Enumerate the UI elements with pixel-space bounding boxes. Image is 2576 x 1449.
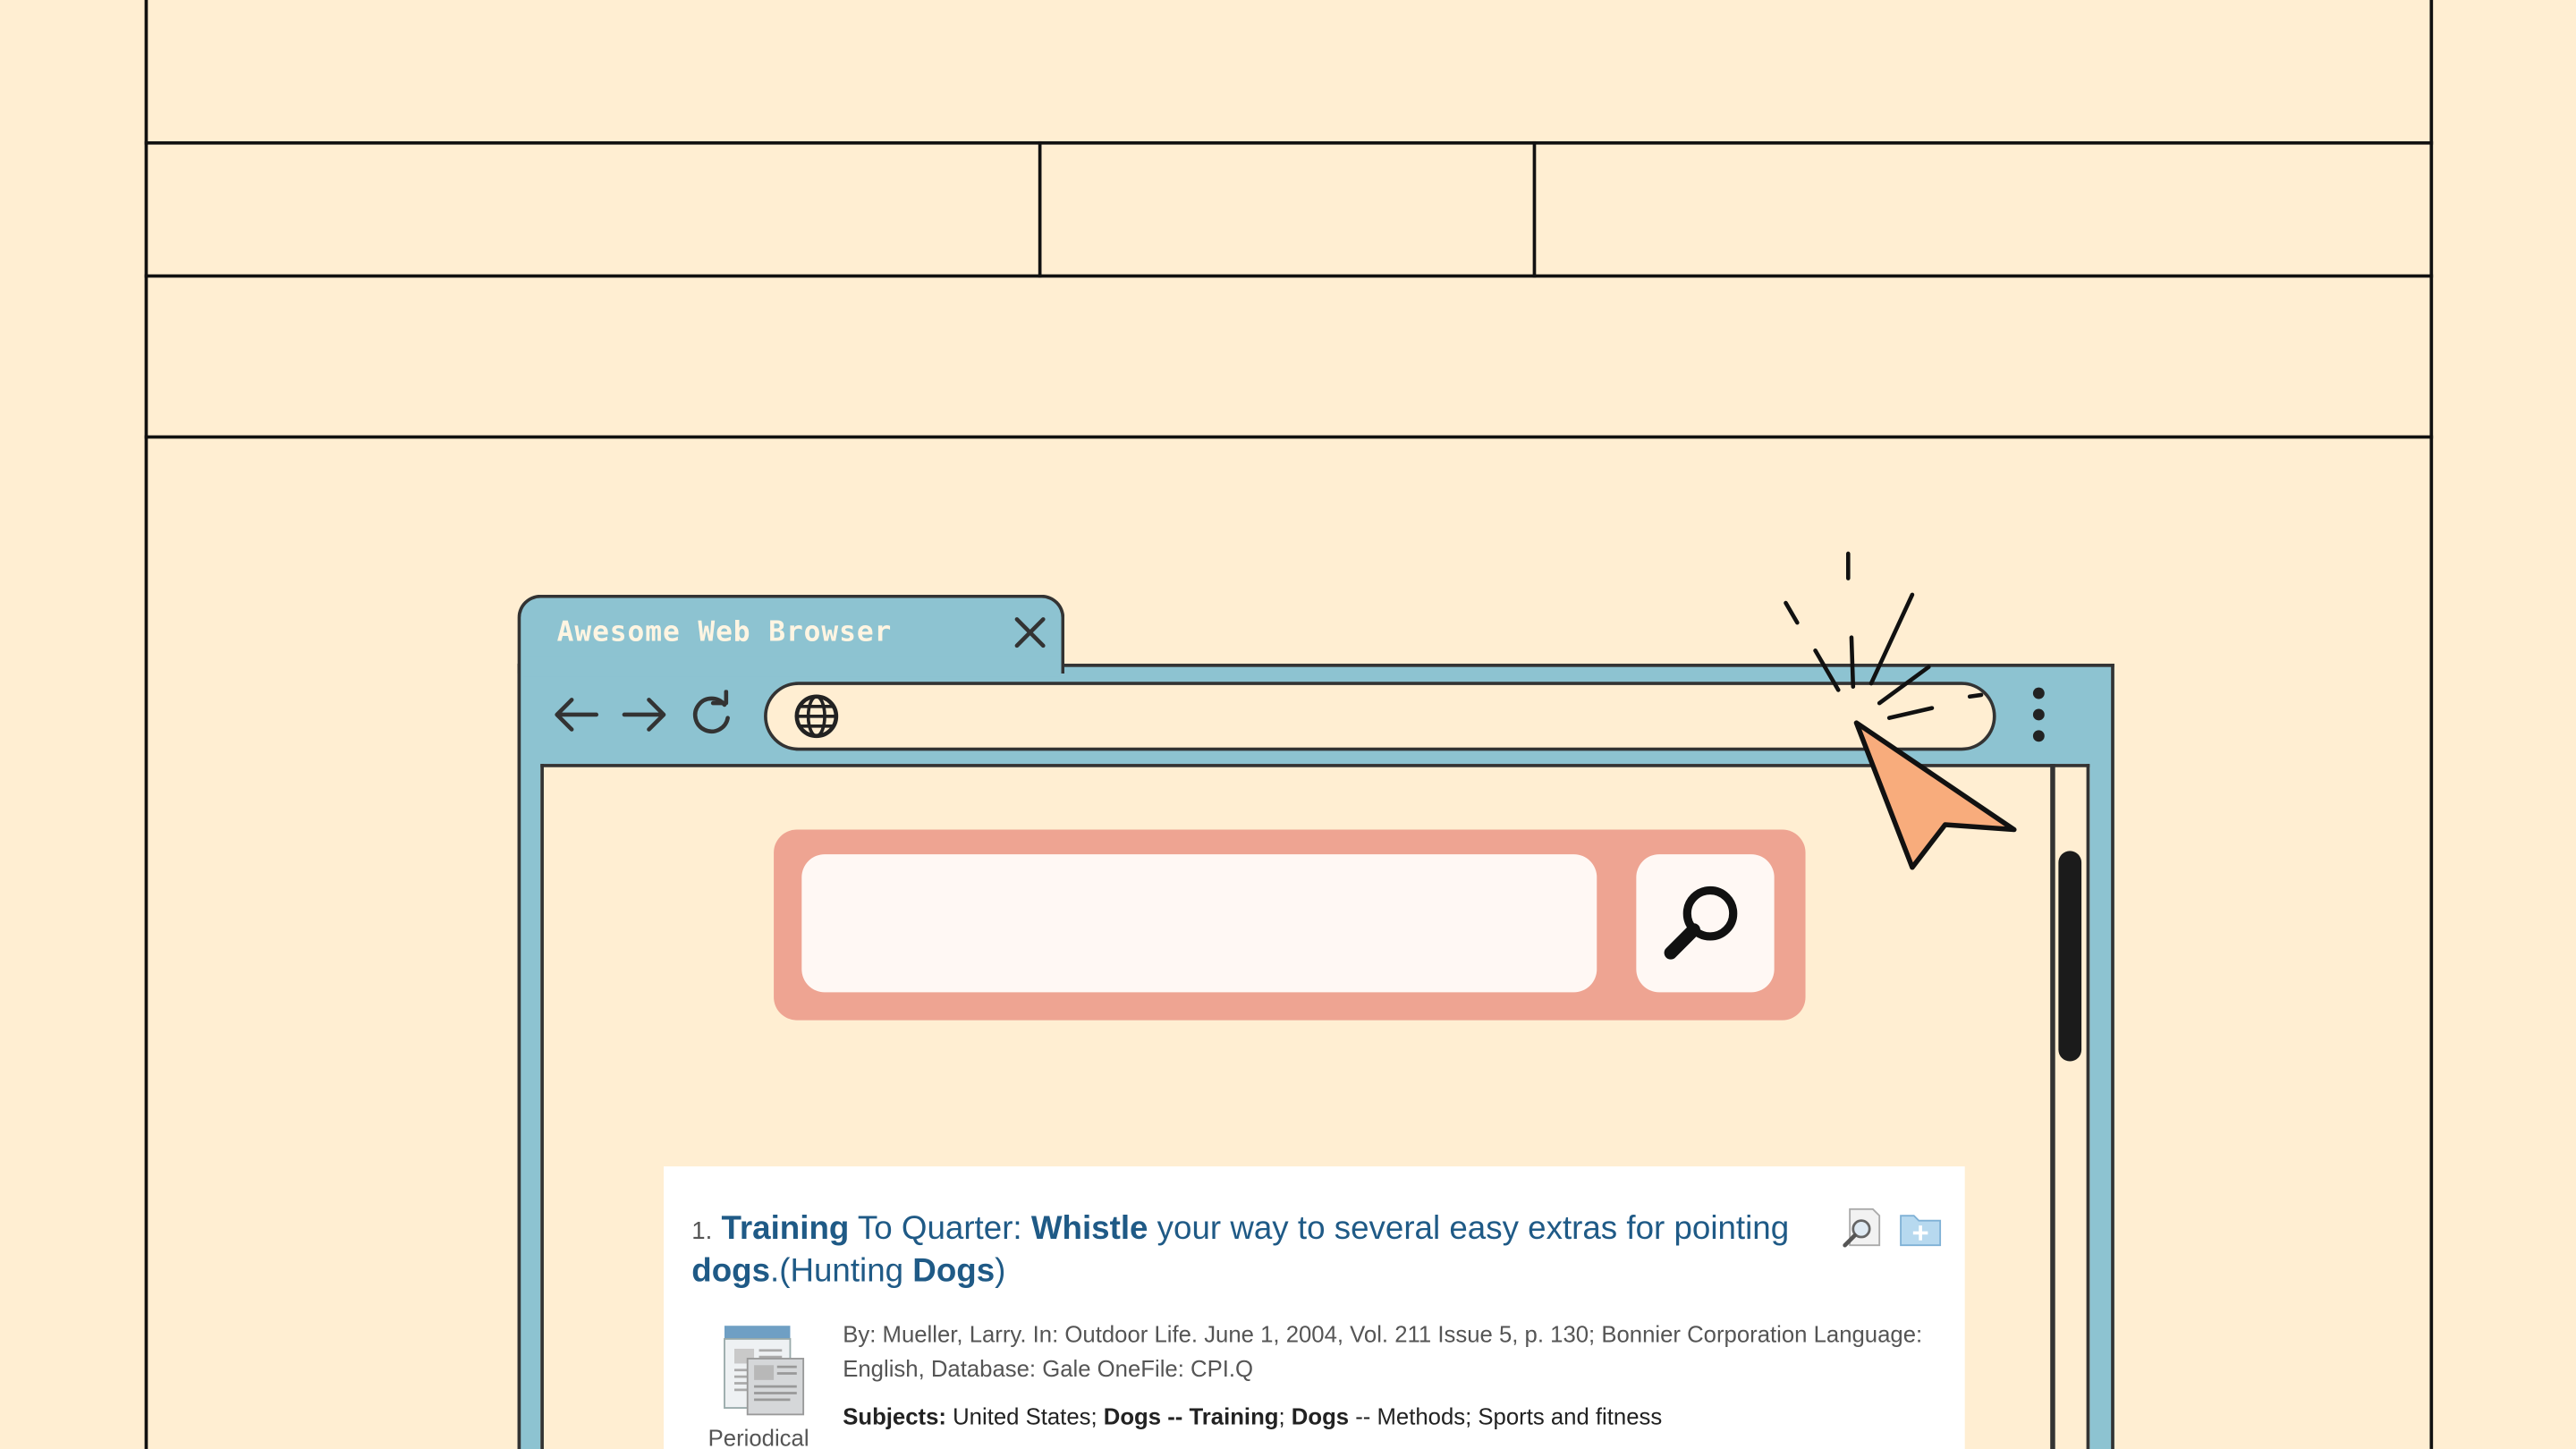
reload-icon[interactable] <box>685 690 738 739</box>
periodical-icon <box>724 1326 805 1416</box>
frame-line-left <box>144 0 148 1449</box>
mouse-cursor-icon <box>1784 551 2017 870</box>
rule-top <box>144 140 2434 145</box>
frame-line-right <box>2429 0 2434 1449</box>
magnifier-preview-icon[interactable] <box>1843 1208 1881 1248</box>
title-part: Whistle <box>1030 1210 1148 1248</box>
result-number: 1. <box>691 1216 713 1246</box>
tab-title: Awesome Web Browser <box>556 615 893 649</box>
scrollbar-thumb[interactable] <box>2058 851 2082 1062</box>
title-part: .(Hunting <box>770 1253 913 1290</box>
subject-part: United States; <box>945 1402 1104 1429</box>
search-input[interactable] <box>801 854 1597 993</box>
result-meta: By: Mueller, Larry. In: Outdoor Life. Ju… <box>843 1320 1923 1382</box>
arrow-left-icon[interactable] <box>550 690 603 739</box>
search-result: 1. Training To Quarter: Whistle your way… <box>664 1166 1965 1449</box>
result-type-label: Periodical <box>708 1424 809 1449</box>
result-title[interactable]: 1. Training To Quarter: Whistle your way… <box>691 1209 1825 1293</box>
divider-1 <box>1038 140 1042 278</box>
scrollbar-track <box>2050 764 2055 1449</box>
subject-part: Dogs <box>1291 1402 1350 1429</box>
click-burst <box>1784 551 1984 720</box>
result-action-icons <box>1843 1208 1942 1248</box>
subjects-label: Subjects: <box>843 1402 946 1429</box>
title-part: Training <box>721 1210 850 1248</box>
title-part: Dogs <box>912 1253 996 1290</box>
search-button[interactable] <box>1636 854 1775 993</box>
arrow-right-icon[interactable] <box>618 690 671 739</box>
divider-2 <box>1532 140 1537 278</box>
title-part: dogs <box>691 1253 771 1290</box>
magnifier-icon <box>1664 886 1738 960</box>
result-subjects: Subjects: United States; Dogs -- Trainin… <box>843 1403 1944 1429</box>
tab-join <box>522 657 1060 677</box>
globe-icon <box>794 694 839 739</box>
subject-part: ; <box>1278 1402 1292 1429</box>
rule-2 <box>144 274 2434 278</box>
subject-part: Dogs -- Training <box>1103 1402 1279 1429</box>
title-part: ) <box>995 1253 1006 1290</box>
add-to-folder-icon[interactable] <box>1900 1215 1942 1247</box>
title-part: To Quarter: <box>849 1210 1031 1248</box>
scene: Awesome Web Browser 1. Training To Quart… <box>0 0 2576 1449</box>
rule-3 <box>144 435 2434 439</box>
title-part: your way to several easy extras for poin… <box>1148 1210 1790 1248</box>
close-icon[interactable] <box>1011 613 1050 652</box>
subject-part: -- Methods; Sports and fitness <box>1349 1402 1663 1429</box>
